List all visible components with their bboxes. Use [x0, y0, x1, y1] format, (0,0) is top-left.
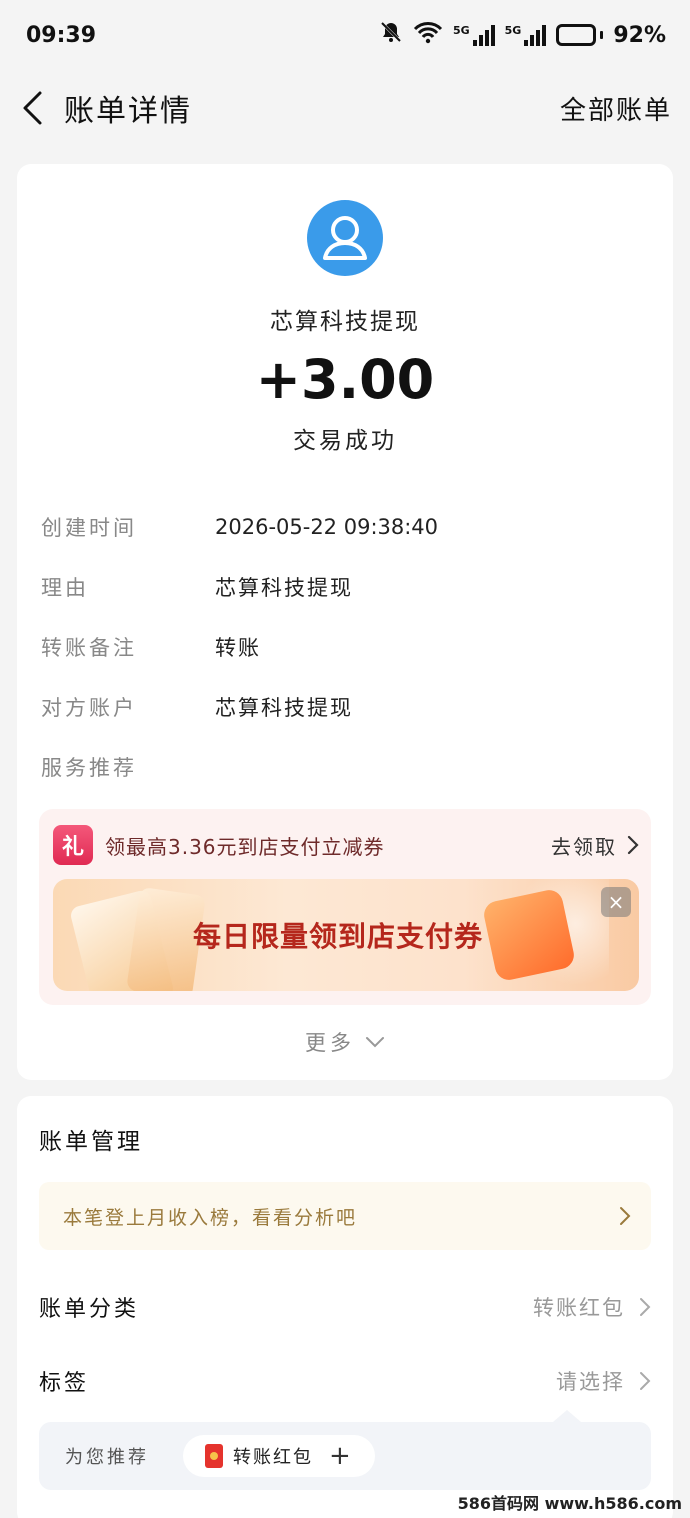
payee-avatar — [307, 200, 383, 276]
insight-text: 本笔登上月收入榜，看看分析吧 — [63, 1206, 358, 1229]
add-tag-icon[interactable]: + — [329, 1441, 353, 1471]
detail-list: 创建时间 2026-05-22 09:38:40 理由 芯算科技提现 转账备注 … — [39, 497, 651, 797]
status-time: 09:39 — [26, 22, 97, 48]
all-bills-link[interactable]: 全部账单 — [560, 90, 672, 127]
promo-coupon-row[interactable]: 礼 领最高3.36元到店支付立减券 去领取 — [53, 825, 639, 865]
detail-row-transfer-note: 转账备注 转账 — [39, 617, 651, 677]
chevron-right-icon — [640, 1372, 651, 1390]
nav-bar: 账单详情 全部账单 — [0, 70, 690, 146]
detail-value: 芯算科技提现 — [215, 696, 353, 720]
wifi-icon — [413, 20, 443, 50]
payee-name: 芯算科技提现 — [270, 309, 420, 335]
bill-category-row[interactable]: 账单分类 转账红包 — [39, 1270, 651, 1344]
bill-category-label: 账单分类 — [39, 1297, 140, 1322]
detail-value: 转账 — [215, 636, 261, 660]
detail-row-reason: 理由 芯算科技提现 — [39, 557, 651, 617]
transaction-amount: +3.00 — [255, 348, 435, 411]
income-ranking-insight[interactable]: 本笔登上月收入榜，看看分析吧 — [39, 1182, 651, 1250]
tag-recommendation: 为您推荐 转账红包 + — [39, 1410, 651, 1490]
recommended-tag-label: 转账红包 — [233, 1447, 313, 1468]
user-icon — [323, 216, 367, 260]
tag-row[interactable]: 标签 请选择 — [39, 1344, 651, 1418]
transaction-status: 交易成功 — [293, 428, 397, 454]
show-more-button[interactable]: 更多 — [39, 1027, 651, 1057]
page-title: 账单详情 — [64, 94, 192, 129]
detail-label: 创建时间 — [41, 516, 137, 540]
battery-icon — [556, 24, 604, 46]
detail-value: 2026-05-22 09:38:40 — [215, 515, 439, 539]
watermark: 586首码网 www.h586.com — [457, 1494, 682, 1513]
status-icons: 5G 5G 92% — [379, 20, 666, 50]
bill-category-value: 转账红包 — [533, 1296, 625, 1320]
gift-box-illustration — [481, 887, 577, 983]
network-type-label-2: 5G — [504, 24, 522, 37]
transaction-card: 芯算科技提现 +3.00 交易成功 创建时间 2026-05-22 09:38:… — [17, 164, 673, 1080]
cellular-signal-icon-1: 5G — [453, 24, 495, 46]
tag-value: 请选择 — [556, 1370, 625, 1394]
detail-label: 理由 — [41, 576, 89, 600]
chevron-right-icon — [620, 1207, 631, 1225]
red-packet-icon — [205, 1444, 223, 1468]
status-bar: 09:39 5G 5G 92% — [0, 0, 690, 70]
chevron-down-icon — [366, 1037, 384, 1048]
promo-banner[interactable]: 每日限量领到店支付券 × — [53, 879, 639, 991]
claim-coupon-label: 去领取 — [551, 834, 617, 859]
tag-label: 标签 — [39, 1371, 90, 1396]
chevron-right-icon — [640, 1298, 651, 1316]
recommended-tag-chip[interactable]: 转账红包 + — [183, 1435, 375, 1477]
promo-panel: 礼 领最高3.36元到店支付立减券 去领取 每日限量领到店支付券 × — [39, 809, 651, 1005]
detail-value: 芯算科技提现 — [215, 576, 353, 600]
recommend-label: 为您推荐 — [65, 1447, 149, 1468]
show-more-label: 更多 — [305, 1031, 355, 1055]
bill-management-card: 账单管理 本笔登上月收入榜，看看分析吧 账单分类 转账红包 标签 请选择 为您推… — [17, 1096, 673, 1518]
gift-icon: 礼 — [53, 825, 93, 865]
battery-percent: 92% — [613, 22, 666, 48]
service-recommend-label: 服务推荐 — [41, 756, 137, 780]
network-type-label-1: 5G — [452, 24, 470, 37]
banner-text: 每日限量领到店支付券 — [193, 920, 484, 953]
detail-label: 转账备注 — [41, 636, 137, 660]
claim-coupon-button[interactable]: 去领取 — [551, 831, 639, 860]
detail-row-created-time: 创建时间 2026-05-22 09:38:40 — [39, 497, 651, 557]
mute-bell-icon — [379, 20, 403, 50]
promo-text: 领最高3.36元到店支付立减券 — [105, 834, 385, 859]
chevron-right-icon — [627, 835, 639, 855]
close-banner-icon[interactable]: × — [601, 887, 631, 917]
detail-label: 对方账户 — [41, 696, 137, 720]
detail-row-counterparty: 对方账户 芯算科技提现 — [39, 677, 651, 737]
cellular-signal-icon-2: 5G — [505, 24, 547, 46]
back-arrow-icon[interactable] — [20, 90, 46, 126]
detail-row-service: 服务推荐 — [39, 737, 651, 797]
section-title: 账单管理 — [39, 1129, 143, 1155]
